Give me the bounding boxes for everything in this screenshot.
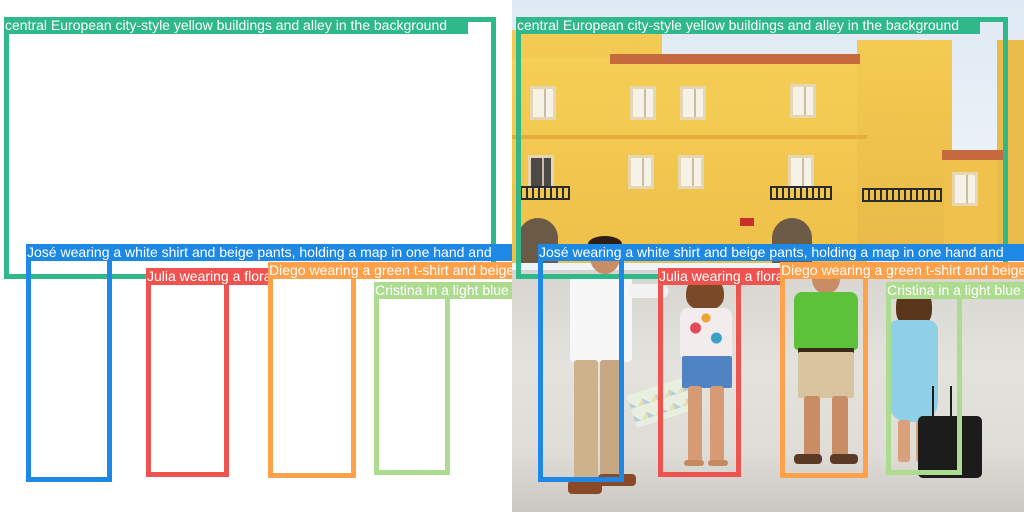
image-panel: central European city-style yellow build… [512, 0, 1024, 512]
diego-label: Diego wearing a green t-shirt and beige … [268, 262, 512, 279]
scene-box [516, 17, 1008, 279]
cristina-box [374, 282, 450, 475]
julia-box [146, 268, 229, 477]
diego-box [780, 262, 868, 478]
julia-label: Julia wearing a floral shirt and blue de… [146, 268, 268, 285]
julia-label: Julia wearing a floral shirt and blue de… [658, 268, 780, 285]
jose-label: José wearing a white shirt and beige pan… [26, 244, 512, 261]
cristina-box [886, 282, 962, 475]
jose-box [26, 244, 112, 482]
layout-panel: central European city-style yellow build… [0, 0, 512, 512]
scene-box [4, 17, 496, 279]
diego-box [268, 262, 356, 478]
cristina-label: Cristina in a light blue dress [886, 282, 1024, 299]
jose-label: José wearing a white shirt and beige pan… [538, 244, 1024, 261]
scene-label: central European city-style yellow build… [516, 17, 980, 34]
cristina-label: Cristina in a light blue dress [374, 282, 512, 299]
jose-box [538, 244, 624, 482]
diego-label: Diego wearing a green t-shirt and beige … [780, 262, 1024, 279]
scene-label: central European city-style yellow build… [4, 17, 468, 34]
julia-box [658, 268, 741, 477]
